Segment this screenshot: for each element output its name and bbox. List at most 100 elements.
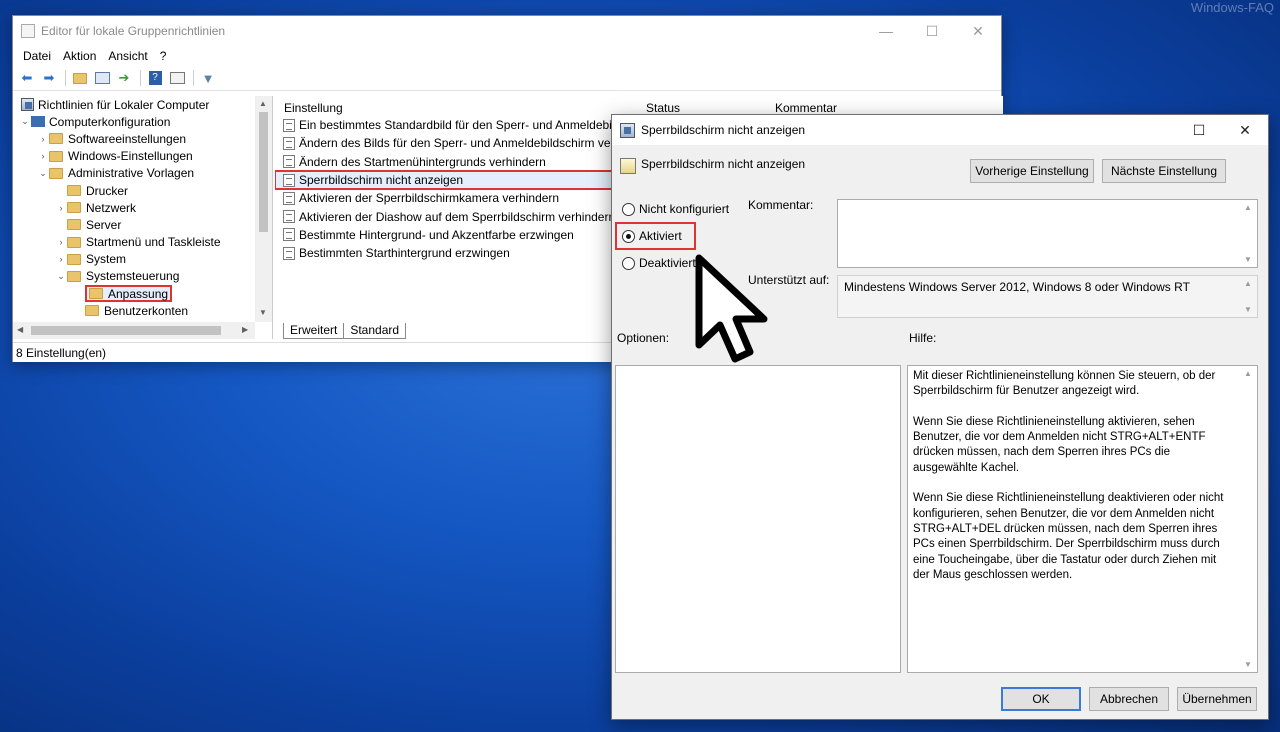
maximize-button[interactable]: ☐ <box>909 16 955 46</box>
tree-item-system[interactable]: › System <box>13 251 272 268</box>
tree-item-drucker[interactable]: Drucker <box>13 182 272 199</box>
supported-scrollbar[interactable]: ▲ ▼ <box>1240 276 1257 317</box>
show-hide-tree-icon[interactable] <box>92 69 112 87</box>
folder-icon <box>67 236 81 248</box>
tab-standard[interactable]: Standard <box>344 323 407 339</box>
column-status[interactable]: Status <box>646 101 680 115</box>
column-kommentar[interactable]: Kommentar <box>775 101 837 115</box>
help-text: Mit dieser Richtlinieneinstellung können… <box>908 366 1257 583</box>
scroll-up-icon[interactable]: ▲ <box>1244 279 1252 288</box>
folder-icon <box>67 270 81 282</box>
minimize-button[interactable]: — <box>863 16 909 46</box>
chevron-right-icon[interactable]: › <box>37 151 49 161</box>
help-paragraph: Wenn Sie diese Richtlinieneinstellung de… <box>913 492 1224 581</box>
policy-setting-icon <box>283 191 295 205</box>
watermark: Windows-FAQ <box>1190 0 1274 15</box>
view-tabs: Erweitert Standard <box>275 323 407 339</box>
tree-item-systemsteuerung[interactable]: ⌄ Systemsteuerung <box>13 268 272 285</box>
tree-item-startmenu[interactable]: › Startmenü und Taskleiste <box>13 234 272 251</box>
radio-button[interactable] <box>622 202 635 216</box>
tree-item-windows-einstellungen[interactable]: › Windows-Einstellungen <box>13 148 272 165</box>
radio-button[interactable] <box>622 256 635 270</box>
scroll-up-icon[interactable]: ▲ <box>1244 203 1252 212</box>
tree-root[interactable]: Richtlinien für Lokaler Computer <box>13 96 272 113</box>
tree-item-softwareeinstellungen[interactable]: › Softwareeinstellungen <box>13 130 272 147</box>
radio-disabled[interactable]: Deaktiviert <box>622 256 696 270</box>
policy-setting-icon <box>283 136 295 150</box>
forward-arrow-icon[interactable]: ➡ <box>39 69 59 87</box>
help-scrollbar[interactable]: ▲ ▼ <box>1240 366 1257 672</box>
comment-textarea[interactable]: ▲ ▼ <box>837 199 1258 268</box>
scroll-down-icon[interactable]: ▼ <box>1244 305 1252 314</box>
gpedit-app-icon <box>21 24 35 38</box>
tree-horizontal-scrollbar[interactable]: ◀ ▶ <box>13 322 255 339</box>
scroll-right-icon[interactable]: ▶ <box>242 325 248 334</box>
scroll-up-icon[interactable]: ▲ <box>259 99 267 108</box>
tree-item-anpassung[interactable]: Anpassung <box>13 285 272 303</box>
close-button[interactable]: ✕ <box>1222 115 1268 145</box>
menu-aktion[interactable]: Aktion <box>57 49 102 63</box>
mouse-pointer-icon <box>695 254 768 363</box>
policy-setting-icon <box>283 210 295 224</box>
policy-dialog-icon <box>620 122 635 138</box>
radio-not-configured[interactable]: Nicht konfiguriert <box>622 202 729 216</box>
help-paragraph: Wenn Sie diese Richtlinieneinstellung ak… <box>913 415 1206 474</box>
back-arrow-icon[interactable]: ⬅ <box>17 69 37 87</box>
comment-scrollbar[interactable]: ▲ ▼ <box>1240 200 1257 267</box>
next-setting-button[interactable]: Nächste Einstellung <box>1102 159 1226 183</box>
policy-setting-icon <box>620 158 636 174</box>
tree-item-netzwerk[interactable]: › Netzwerk <box>13 199 272 216</box>
export-list-icon[interactable]: ➔ <box>114 69 134 87</box>
scroll-left-icon[interactable]: ◀ <box>17 325 23 334</box>
scroll-down-icon[interactable]: ▼ <box>1244 255 1252 264</box>
list-item-selected[interactable]: Sperrbildschirm nicht anzeigen <box>275 169 614 191</box>
menu-ansicht[interactable]: Ansicht <box>102 49 153 63</box>
filter-icon[interactable]: ▼ <box>198 69 218 87</box>
folder-icon <box>49 150 63 162</box>
previous-setting-button[interactable]: Vorherige Einstellung <box>970 159 1094 183</box>
folder-up-icon[interactable] <box>70 69 90 87</box>
policy-setting-icon <box>283 246 295 260</box>
cancel-button[interactable]: Abbrechen <box>1089 687 1169 711</box>
policy-setting-icon <box>283 228 295 242</box>
menu-datei[interactable]: Datei <box>17 49 57 63</box>
menu-help[interactable]: ? <box>154 49 173 63</box>
chevron-down-icon[interactable]: ⌄ <box>55 271 67 282</box>
tree-item-computerkonfiguration[interactable]: ⌄ Computerkonfiguration <box>13 113 272 130</box>
tab-erweitert[interactable]: Erweitert <box>283 323 345 339</box>
scroll-down-icon[interactable]: ▼ <box>259 308 267 317</box>
chevron-right-icon[interactable]: › <box>37 134 49 144</box>
properties-view-icon[interactable] <box>167 69 187 87</box>
apply-button[interactable]: Übernehmen <box>1177 687 1257 711</box>
policy-dialog: Sperrbildschirm nicht anzeigen ☐ ✕ Sperr… <box>611 114 1269 720</box>
folder-icon <box>85 305 99 317</box>
radio-button[interactable] <box>622 229 635 243</box>
ok-button[interactable]: OK <box>1001 687 1081 711</box>
scroll-down-icon[interactable]: ▼ <box>1244 660 1252 669</box>
folder-icon <box>67 253 81 265</box>
column-einstellung[interactable]: Einstellung <box>284 101 343 115</box>
chevron-right-icon[interactable]: › <box>55 203 67 213</box>
tree-item-administrative-vorlagen[interactable]: ⌄ Administrative Vorlagen <box>13 165 272 182</box>
help-icon[interactable]: ? <box>145 69 165 87</box>
tree-item-benutzerkonten[interactable]: Benutzerkonten <box>13 302 272 319</box>
help-panel: Mit dieser Richtlinieneinstellung können… <box>907 365 1258 673</box>
title-bar: Editor für lokale Gruppenrichtlinien — ☐… <box>13 16 1001 46</box>
tree-item-server[interactable]: Server <box>13 216 272 233</box>
policy-setting-icon <box>283 155 295 169</box>
chevron-down-icon[interactable]: ⌄ <box>37 168 49 179</box>
policy-setting-icon <box>283 173 295 187</box>
maximize-button[interactable]: ☐ <box>1176 115 1222 145</box>
tree-vertical-scrollbar[interactable]: ▲ ▼ <box>255 96 272 322</box>
chevron-right-icon[interactable]: › <box>55 237 67 247</box>
help-paragraph: Mit dieser Richtlinieneinstellung können… <box>913 370 1216 398</box>
window-title: Editor für lokale Gruppenrichtlinien <box>41 24 226 38</box>
chevron-right-icon[interactable]: › <box>55 254 67 264</box>
dialog-title: Sperrbildschirm nicht anzeigen <box>641 123 806 137</box>
chevron-down-icon[interactable]: ⌄ <box>19 116 31 127</box>
close-button[interactable]: ✕ <box>955 16 1001 46</box>
radio-enabled[interactable]: Aktiviert <box>622 229 682 243</box>
menu-bar: Datei Aktion Ansicht ? <box>13 46 1001 66</box>
folder-icon <box>67 219 81 231</box>
scroll-up-icon[interactable]: ▲ <box>1244 369 1252 378</box>
